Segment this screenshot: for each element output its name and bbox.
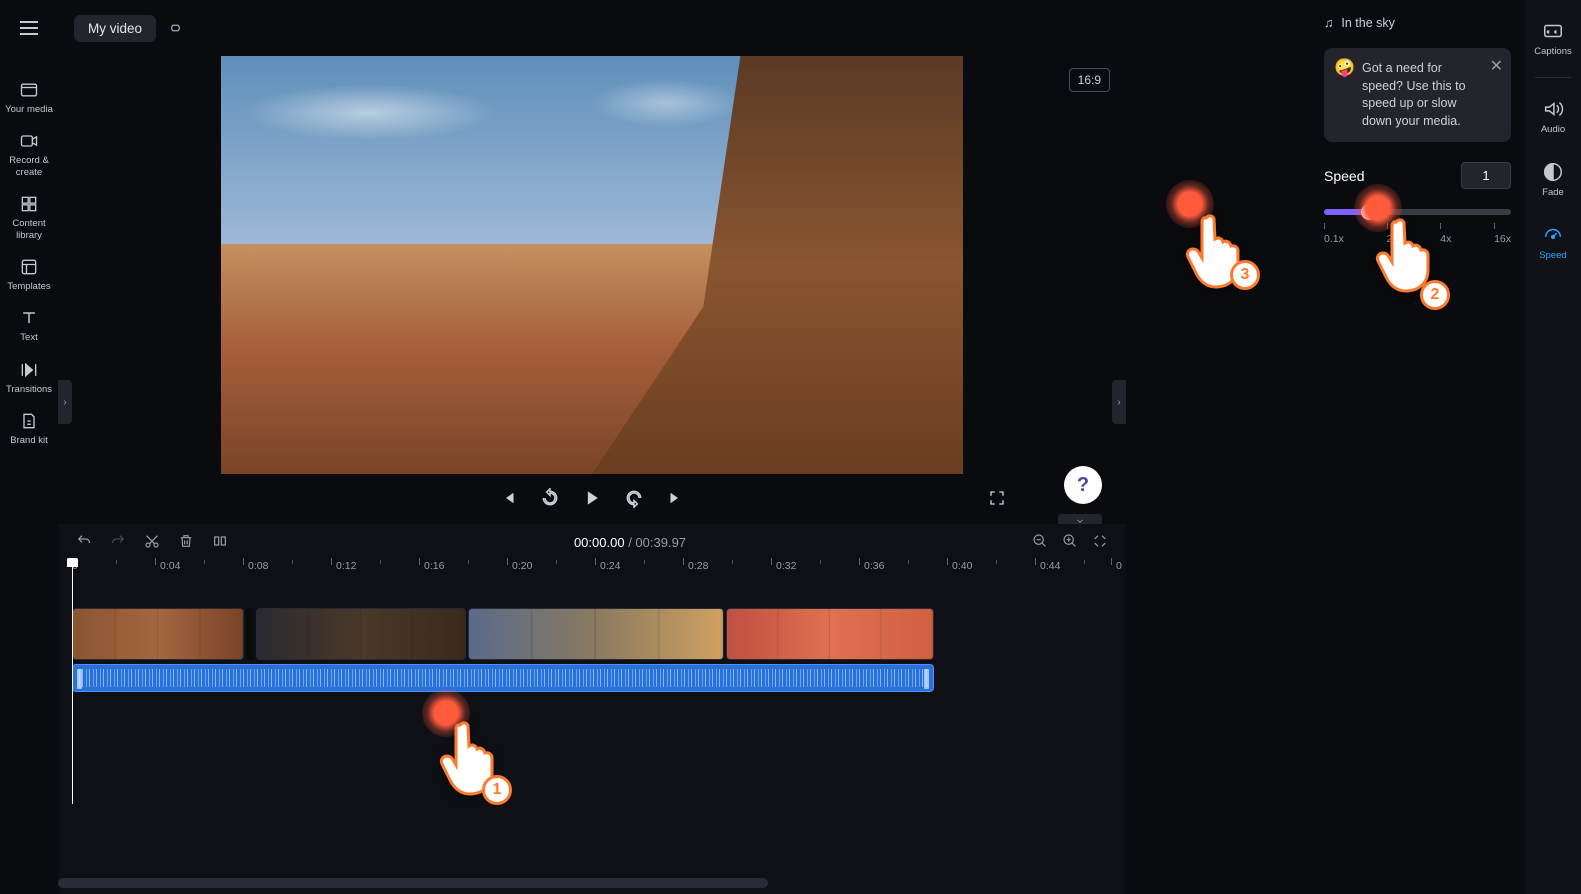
ruler-tick: 0 (1116, 560, 1122, 572)
library-icon (19, 194, 39, 214)
forward-button[interactable] (624, 488, 644, 508)
rnav-captions[interactable]: Captions (1525, 14, 1581, 63)
ruler-tick: 0:28 (688, 560, 708, 572)
ruler-tick: 0:08 (248, 560, 268, 572)
play-button[interactable] (582, 488, 602, 508)
rnav-label: Audio (1541, 124, 1565, 135)
nav-your-media[interactable]: Your media (0, 72, 58, 123)
nav-label: Brand kit (10, 435, 48, 446)
rnav-audio[interactable]: Audio (1525, 92, 1581, 141)
ruler-tick: 0:16 (424, 560, 444, 572)
tick-label: 0.1x (1324, 233, 1344, 245)
rnav-fade[interactable]: Fade (1525, 155, 1581, 204)
transitions-icon (19, 360, 39, 380)
speed-tooltip: 🤪 Got a need for speed? Use this to spee… (1324, 48, 1511, 142)
clip-handle-left[interactable] (77, 669, 82, 689)
tick-label: 16x (1494, 233, 1511, 245)
video-clip[interactable] (72, 608, 244, 660)
speed-ticks: 0.1x 2x 4x 16x (1324, 233, 1511, 245)
split-button[interactable] (212, 533, 228, 552)
zoom-fit-button[interactable] (1092, 533, 1108, 552)
aspect-ratio-badge[interactable]: 16:9 (1069, 68, 1110, 92)
annotation-badge: 3 (1230, 260, 1260, 290)
speed-slider[interactable] (1324, 209, 1511, 215)
speed-label: Speed (1324, 168, 1364, 184)
close-button[interactable]: ✕ (1490, 56, 1503, 76)
hamburger-menu[interactable] (13, 12, 45, 44)
ruler-tick: 0:24 (600, 560, 620, 572)
delete-button[interactable] (178, 533, 194, 552)
tick-label: 4x (1440, 233, 1451, 245)
video-preview[interactable] (221, 56, 963, 474)
nav-record-create[interactable]: Record & create (0, 123, 58, 186)
speed-icon (1542, 224, 1564, 246)
expand-right-tab[interactable]: › (1112, 380, 1126, 424)
ruler-tick: 0:04 (160, 560, 180, 572)
rnav-label: Fade (1542, 187, 1564, 198)
rnav-label: Speed (1539, 250, 1566, 261)
time-total: 00:39.97 (635, 535, 686, 550)
fullscreen-button[interactable] (988, 489, 1006, 510)
nav-label: Templates (7, 281, 50, 292)
ruler-tick: 0:40 (952, 560, 972, 572)
nav-label: Your media (5, 104, 53, 115)
nav-label: Record & create (0, 155, 58, 178)
audio-clip[interactable] (72, 664, 934, 692)
audio-icon (1542, 98, 1564, 120)
audio-title-chip[interactable]: ♫ In the sky (1324, 12, 1511, 34)
timeline-scrollbar[interactable] (58, 878, 768, 888)
speed-input[interactable] (1461, 162, 1511, 189)
nav-templates[interactable]: Templates (0, 249, 58, 300)
project-title[interactable]: My video (74, 15, 156, 42)
ruler-tick: 0:20 (512, 560, 532, 572)
help-button[interactable]: ? (1064, 466, 1102, 504)
emoji-icon: 🤪 (1334, 58, 1355, 78)
brand-icon (19, 411, 39, 431)
text-icon (19, 308, 39, 328)
sync-icon[interactable] (168, 20, 184, 36)
rnav-label: Captions (1534, 46, 1572, 57)
media-icon (19, 80, 39, 100)
ruler-tick: 0:36 (864, 560, 884, 572)
project-title-text: My video (88, 21, 142, 36)
nav-label: Content library (0, 218, 58, 241)
video-clip[interactable] (256, 608, 466, 660)
nav-text[interactable]: Text (0, 300, 58, 351)
undo-button[interactable] (76, 533, 92, 552)
captions-icon (1542, 20, 1564, 42)
skip-forward-button[interactable] (666, 489, 684, 507)
nav-transitions[interactable]: Transitions (0, 352, 58, 403)
music-icon: ♫ (1324, 16, 1333, 30)
video-track[interactable] (72, 608, 1112, 660)
zoom-in-button[interactable] (1062, 533, 1078, 552)
nav-content-library[interactable]: Content library (0, 186, 58, 249)
templates-icon (19, 257, 39, 277)
record-icon (19, 131, 39, 151)
slider-thumb[interactable] (1361, 204, 1377, 220)
video-clip[interactable] (468, 608, 724, 660)
zoom-out-button[interactable] (1032, 533, 1048, 552)
video-clip[interactable] (726, 608, 934, 660)
timeline-ruler[interactable]: 0 0:04 0:08 0:12 0:16 0:20 0:24 0:28 0:3… (72, 560, 1126, 584)
rnav-speed[interactable]: Speed (1525, 218, 1581, 267)
audio-title-text: In the sky (1341, 16, 1395, 30)
ruler-tick: 0:12 (336, 560, 356, 572)
cut-button[interactable] (144, 533, 160, 552)
fade-icon (1542, 161, 1564, 183)
time-display: 00:00.00 / 00:39.97 (246, 535, 1014, 550)
expand-left-tab[interactable]: › (58, 380, 72, 424)
rewind-button[interactable] (540, 488, 560, 508)
nav-brand-kit[interactable]: Brand kit (0, 403, 58, 454)
skip-back-button[interactable] (500, 489, 518, 507)
nav-label: Text (20, 332, 37, 343)
tooltip-text: Got a need for speed? Use this to speed … (1338, 60, 1497, 130)
nav-label: Transitions (6, 384, 52, 395)
playhead[interactable] (72, 564, 73, 804)
time-current: 00:00.00 (574, 535, 625, 550)
tick-label: 2x (1387, 233, 1398, 245)
ruler-tick: 0:44 (1040, 560, 1060, 572)
redo-button[interactable] (110, 533, 126, 552)
clip-handle-right[interactable] (924, 669, 929, 689)
ruler-tick: 0:32 (776, 560, 796, 572)
